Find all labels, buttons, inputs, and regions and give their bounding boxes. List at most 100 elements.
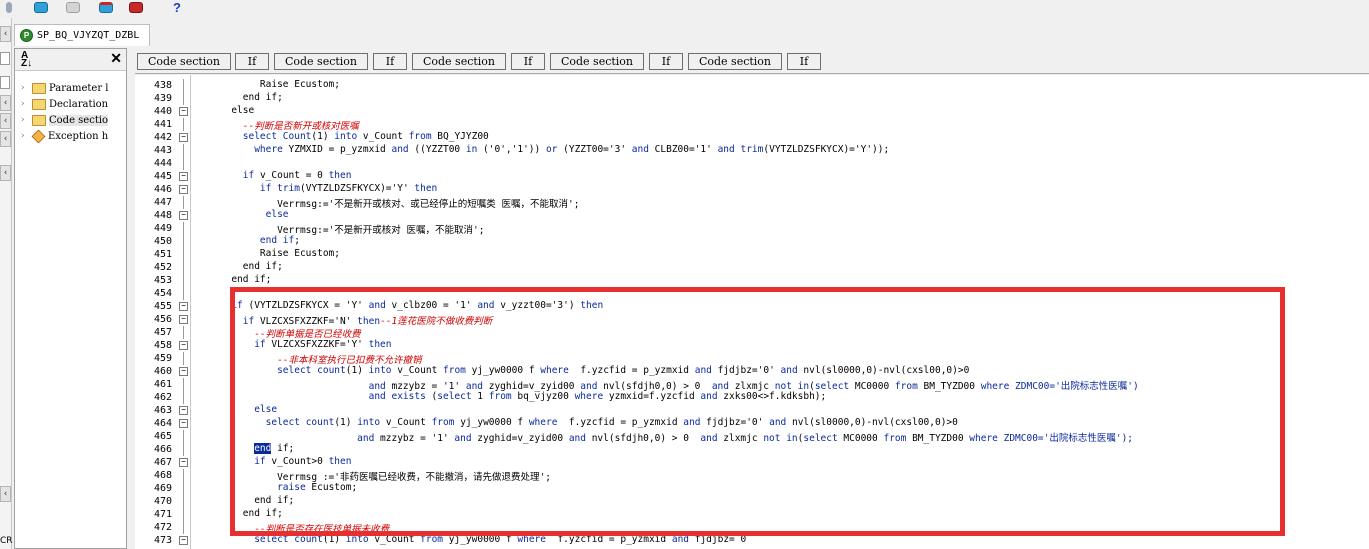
sort-az-icon[interactable]: A Z↓ <box>21 51 32 69</box>
code-line[interactable]: Raise Ecustom; <box>197 248 340 261</box>
chevron-right-icon[interactable]: › <box>21 83 29 93</box>
fold-toggle-icon[interactable]: − <box>179 536 188 545</box>
tree-item-label: Code sectio <box>49 114 109 126</box>
line-number: 462 <box>153 392 172 403</box>
tree-item-parameter[interactable]: › Parameter l <box>21 80 108 96</box>
code-line[interactable]: --判断是否新开或核对医嘱 <box>197 118 359 132</box>
code-line[interactable]: else <box>197 209 289 222</box>
code-line[interactable]: end if; <box>197 261 283 274</box>
tree-item-code-section[interactable]: › Code sectio <box>21 112 109 128</box>
code-token: from <box>408 131 432 142</box>
section-button-if[interactable]: If <box>649 53 683 70</box>
section-button-if[interactable]: If <box>511 53 545 70</box>
code-line[interactable]: if v_Count = 0 then <box>197 170 352 183</box>
strip-arrow-icon[interactable]: ‹ <box>0 486 11 502</box>
fold-toggle-icon[interactable]: − <box>179 185 188 194</box>
tree-item-declaration[interactable]: › Declaration <box>21 96 108 112</box>
strip-label: CR <box>0 536 13 546</box>
code-token: then <box>328 170 352 181</box>
fold-toggle-icon[interactable]: − <box>179 211 188 220</box>
chevron-right-icon[interactable]: › <box>21 99 29 109</box>
line-number: 464 <box>153 418 172 429</box>
close-icon[interactable]: ✕ <box>110 50 122 67</box>
section-button-if[interactable]: If <box>373 53 407 70</box>
tab-procedure[interactable]: P SP_BQ_VJYZQT_DZBL <box>14 24 150 46</box>
line-number: 452 <box>153 262 172 273</box>
database-edit-icon[interactable] <box>127 0 145 15</box>
line-number: 468 <box>153 470 172 481</box>
fold-guide <box>183 378 184 391</box>
section-button-if[interactable]: If <box>235 53 269 70</box>
strip-arrow-icon[interactable]: ‹ <box>0 26 11 42</box>
toolbar: ? <box>0 0 1369 18</box>
fold-toggle-icon[interactable]: − <box>179 341 188 350</box>
strip-arrow-icon[interactable]: ‹ <box>0 131 11 147</box>
folder-icon <box>32 114 46 126</box>
fold-guide <box>183 443 184 456</box>
fold-toggle-icon[interactable]: − <box>179 367 188 376</box>
fold-guide <box>183 521 184 534</box>
code-token: and <box>631 144 649 155</box>
line-number: 460 <box>153 366 172 377</box>
fold-guide <box>183 508 184 521</box>
code-line[interactable]: Raise Ecustom; <box>197 79 340 92</box>
strip-arrow-icon[interactable]: ‹ <box>0 95 11 111</box>
procedure-icon: P <box>20 29 33 42</box>
fold-toggle-icon[interactable]: − <box>179 315 188 324</box>
database-icon[interactable] <box>32 0 50 15</box>
strip-field[interactable] <box>0 52 10 65</box>
code-token: end if <box>259 235 295 246</box>
db-partial-icon[interactable] <box>0 0 18 15</box>
line-number: 469 <box>153 483 172 494</box>
code-line[interactable]: Verrmsg:='不是新开或核对 医嘱，不能取消'; <box>197 222 484 236</box>
section-button-code[interactable]: Code section <box>137 53 231 70</box>
database-gray-icon[interactable] <box>64 0 82 15</box>
code-token: trim <box>277 183 300 194</box>
code-line[interactable]: end if; <box>197 235 300 248</box>
code-line[interactable]: Verrmsg:='不是新开或核对、或已经停止的短嘱类 医嘱，不能取消'; <box>197 196 579 210</box>
section-bar: Code section If Code section If Code sec… <box>135 50 1369 74</box>
section-button-if[interactable]: If <box>787 53 821 70</box>
fold-toggle-icon[interactable]: − <box>179 458 188 467</box>
code-line[interactable]: if trim(VYTZLDZSFKYCX)='Y' then <box>197 183 437 196</box>
help-icon[interactable]: ? <box>168 0 186 15</box>
code-token: else <box>265 209 289 220</box>
tree-item-label: Declaration <box>49 98 109 110</box>
line-number: 466 <box>153 444 172 455</box>
code-token: if <box>259 183 272 194</box>
fold-toggle-icon[interactable]: − <box>179 107 188 116</box>
code-line[interactable]: end if; <box>197 92 283 105</box>
structure-panel: A Z↓ ✕ › Parameter l › Declaration › Code… <box>14 48 127 549</box>
section-button-code[interactable]: Code section <box>688 53 782 70</box>
strip-arrow-icon[interactable]: ‹ <box>0 113 11 129</box>
fold-toggle-icon[interactable]: − <box>179 419 188 428</box>
fold-guide <box>183 118 184 131</box>
section-button-code[interactable]: Code section <box>412 53 506 70</box>
tree-item-exception[interactable]: › Exception h <box>21 128 108 144</box>
fold-toggle-icon[interactable]: − <box>179 133 188 142</box>
chevron-right-icon[interactable]: › <box>21 131 29 141</box>
fold-guide <box>183 482 184 495</box>
database-red-icon[interactable] <box>97 0 115 15</box>
chevron-right-icon[interactable]: › <box>21 115 29 125</box>
code-line[interactable]: select Count(1) into v_Count from BQ_YJY… <box>197 131 489 144</box>
fold-toggle-icon[interactable]: − <box>179 172 188 181</box>
fold-toggle-icon[interactable]: − <box>179 302 188 311</box>
folder-icon <box>32 98 46 110</box>
structure-header: A Z↓ ✕ <box>15 49 126 71</box>
code-token: where <box>254 144 283 155</box>
line-number: 451 <box>153 249 172 260</box>
section-button-code[interactable]: Code section <box>274 53 368 70</box>
fold-guide <box>183 495 184 508</box>
fold-toggle-icon[interactable]: − <box>179 406 188 415</box>
section-button-code[interactable]: Code section <box>550 53 644 70</box>
code-line[interactable]: end if; <box>197 274 271 287</box>
strip-arrow-icon[interactable]: ‹ <box>0 165 11 181</box>
strip-field[interactable] <box>0 76 10 89</box>
code-line[interactable]: where YZMXID = p_yzmxid and ((YZZT00 in … <box>197 144 889 157</box>
code-line[interactable]: else <box>197 105 254 118</box>
fold-guide <box>183 287 184 300</box>
tab-title: SP_BQ_VJYZQT_DZBL <box>37 30 140 41</box>
